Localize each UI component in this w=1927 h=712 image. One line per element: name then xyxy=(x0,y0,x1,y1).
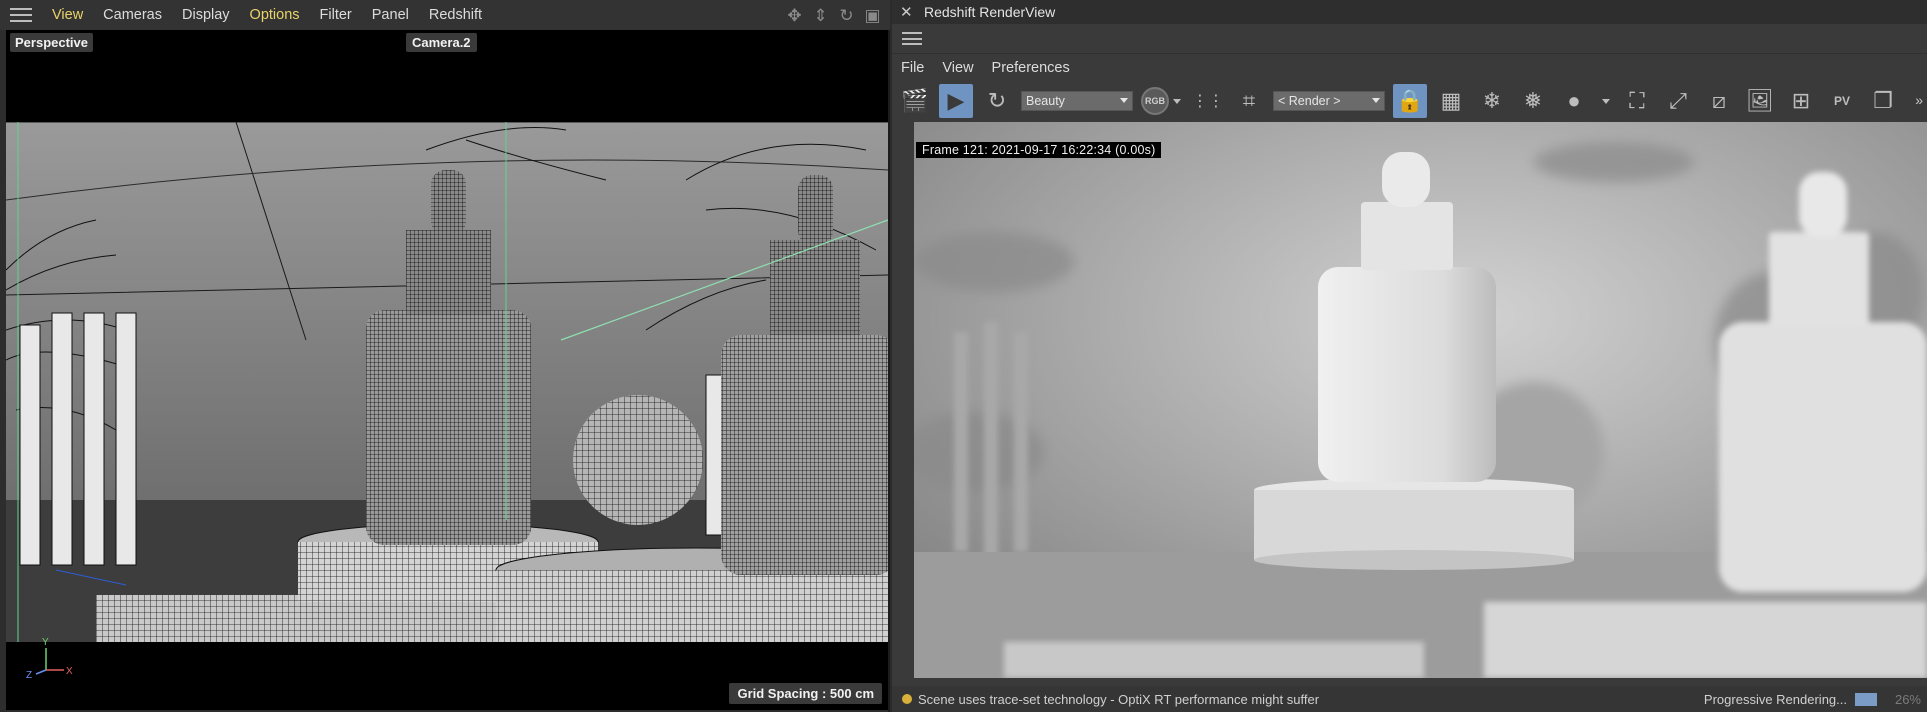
maximize-icon[interactable]: ▣ xyxy=(863,6,882,25)
rgb-channel-button[interactable]: RGB xyxy=(1141,87,1169,115)
close-icon[interactable]: ✕ xyxy=(900,3,914,21)
compare-icon[interactable]: ⧄ xyxy=(1702,84,1736,118)
renderview-statusbar: Scene uses trace-set technology - OptiX … xyxy=(892,686,1927,712)
camera-select[interactable]: < Render > xyxy=(1273,91,1385,111)
active-camera-label[interactable]: Camera.2 xyxy=(406,33,477,52)
rotate-icon[interactable]: ↻ xyxy=(837,6,856,25)
warning-dot-icon xyxy=(902,694,912,704)
menu-filter[interactable]: Filter xyxy=(310,0,362,30)
sphere-icon[interactable]: ● xyxy=(1557,84,1591,118)
viewport-menubar: View Cameras Display Options Filter Pane… xyxy=(0,0,890,30)
renderview-hamburger-icon[interactable] xyxy=(902,32,922,45)
axis-x-label: X xyxy=(66,666,73,677)
refresh-icon[interactable]: ↻ xyxy=(980,84,1014,118)
add-snapshot-icon[interactable]: ⊞ xyxy=(1784,84,1818,118)
perspective-viewport[interactable]: Perspective Camera.2 Y X Z Grid Spacing … xyxy=(6,30,888,710)
aov-select-value: Beauty xyxy=(1026,94,1065,108)
renderview-hamburger-row xyxy=(892,24,1927,54)
progress-bar xyxy=(1855,693,1877,706)
axis-y-label: Y xyxy=(42,637,49,648)
renderview-toolbar: 🎬 ▶ ↻ Beauty RGB ⋮⋮ ⌗ < Render > 🔒 ▦ ❄ ❅… xyxy=(892,82,1927,120)
render-image-area[interactable]: Frame 121: 2021-09-17 16:22:34 (0.00s) xyxy=(914,122,1927,678)
cinema4d-viewport-panel: View Cameras Display Options Filter Pane… xyxy=(0,0,890,712)
snapshot-image-icon[interactable]: 🖼 xyxy=(1743,84,1777,118)
status-message: Scene uses trace-set technology - OptiX … xyxy=(918,691,1320,707)
viewport-projection-label[interactable]: Perspective xyxy=(10,33,93,52)
frame-info-label: Frame 121: 2021-09-17 16:22:34 (0.00s) xyxy=(916,142,1162,158)
copy-icon[interactable]: ❐ xyxy=(1866,84,1900,118)
axis-z-label: Z xyxy=(26,670,32,681)
dither-grid-icon[interactable]: ⋮⋮ xyxy=(1191,84,1225,118)
crop-icon[interactable]: ⌗ xyxy=(1232,84,1266,118)
wireframe-scene xyxy=(6,30,888,710)
renderview-menubar: File View Preferences xyxy=(892,56,1079,80)
sphere-dropdown-arrow-icon[interactable] xyxy=(1602,98,1610,104)
camera-select-value: < Render > xyxy=(1278,94,1341,108)
clapperboard-icon[interactable]: 🎬 xyxy=(898,84,932,118)
picture-viewer-icon[interactable]: PV xyxy=(1825,84,1859,118)
fit-view-icon[interactable]: ⤢ xyxy=(1661,84,1695,118)
viewport-hamburger-icon[interactable] xyxy=(10,8,32,22)
snowflake-geometry-icon[interactable]: ❅ xyxy=(1516,84,1550,118)
rendered-image xyxy=(914,122,1927,678)
redshift-renderview-panel: ✕ Redshift RenderView File View Preferen… xyxy=(892,0,1927,712)
toolbar-overflow-icon[interactable]: » xyxy=(1915,92,1923,108)
lock-icon[interactable]: 🔒 xyxy=(1393,84,1427,118)
menu-preferences[interactable]: Preferences xyxy=(983,60,1079,76)
menu-file[interactable]: File xyxy=(892,60,933,76)
aov-select[interactable]: Beauty xyxy=(1021,91,1133,111)
progress-percent: 26% xyxy=(1894,692,1921,707)
renderview-title: Redshift RenderView xyxy=(924,4,1056,20)
menu-panel[interactable]: Panel xyxy=(362,0,419,30)
play-render-icon[interactable]: ▶ xyxy=(939,84,973,118)
bucket-grid-icon[interactable]: ▦ xyxy=(1434,84,1468,118)
zoom-icon[interactable]: ⇕ xyxy=(811,6,830,25)
menu-options[interactable]: Options xyxy=(240,0,310,30)
grid-spacing-label: Grid Spacing : 500 cm xyxy=(729,683,882,704)
focus-icon[interactable]: ⛶ xyxy=(1620,84,1654,118)
menu-cameras[interactable]: Cameras xyxy=(93,0,172,30)
renderview-titlebar: ✕ Redshift RenderView xyxy=(892,0,1927,24)
rgb-dropdown-arrow-icon[interactable] xyxy=(1173,98,1181,104)
progress-label: Progressive Rendering... xyxy=(1703,692,1847,707)
menu-view[interactable]: View xyxy=(933,60,982,76)
menu-display[interactable]: Display xyxy=(172,0,240,30)
viewport-nav-icons: ✥ ⇕ ↻ ▣ xyxy=(785,6,882,25)
snowflake-icon[interactable]: ❄ xyxy=(1475,84,1509,118)
menu-redshift[interactable]: Redshift xyxy=(419,0,492,30)
menu-view[interactable]: View xyxy=(42,0,93,30)
axis-gizmo: Y X Z xyxy=(26,637,73,681)
move-icon[interactable]: ✥ xyxy=(785,6,804,25)
